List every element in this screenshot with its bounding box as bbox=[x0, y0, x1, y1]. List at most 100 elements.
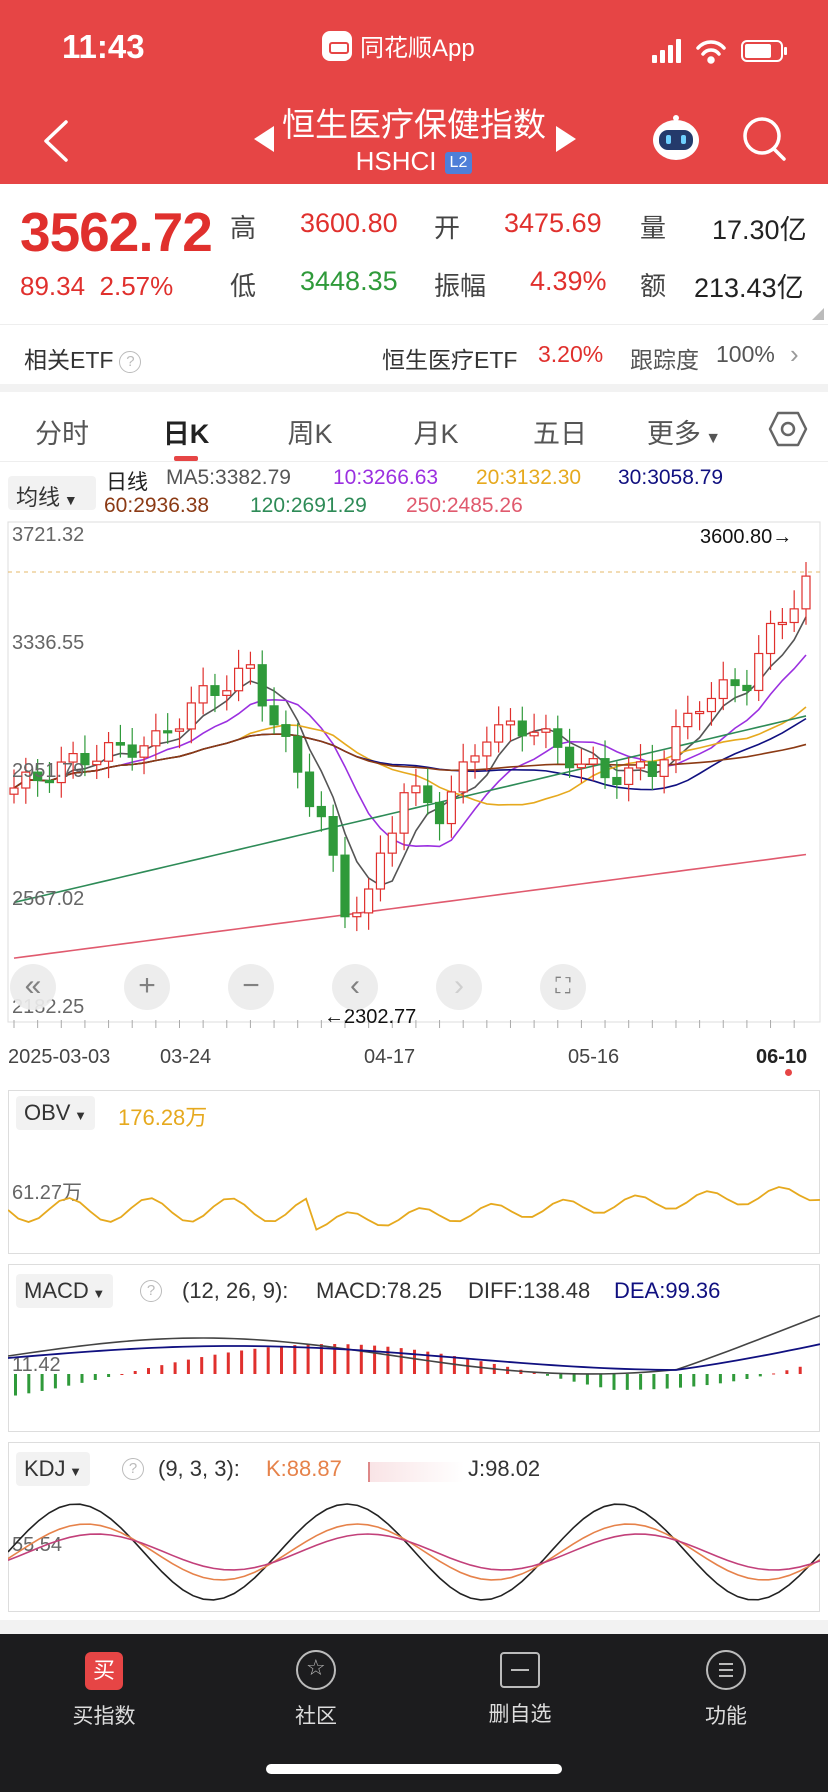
status-time: 11:43 bbox=[62, 28, 145, 65]
tab-more[interactable]: 更多 ▼ bbox=[634, 412, 734, 451]
moving-average-lines bbox=[13, 616, 807, 959]
settings-hexagon-icon[interactable] bbox=[768, 410, 808, 448]
candle-body bbox=[730, 679, 740, 687]
kdj-selector[interactable]: KDJ ▼ bbox=[16, 1452, 91, 1486]
related-etf-bar[interactable]: 相关ETF? 恒生医疗ETF 3.20% 跟踪度 100% › bbox=[0, 324, 828, 384]
kdj-svg bbox=[8, 1503, 820, 1601]
candle-body bbox=[576, 763, 587, 769]
tab-daily-k[interactable]: 日K bbox=[136, 412, 236, 451]
wifi-icon bbox=[696, 40, 726, 64]
chevron-right-icon[interactable]: › bbox=[790, 339, 799, 370]
candle-body bbox=[588, 758, 598, 765]
robot-assistant-icon[interactable] bbox=[650, 112, 702, 164]
community-icon: ☆ bbox=[296, 1650, 336, 1690]
macd-svg bbox=[8, 1314, 820, 1396]
fullscreen-button[interactable]: ⛶ bbox=[540, 964, 586, 1010]
help-icon[interactable]: ? bbox=[122, 1458, 144, 1480]
nav-community[interactable]: ☆ 社区 bbox=[256, 1644, 376, 1730]
amplitude-label: 振幅 bbox=[434, 271, 487, 301]
low-value: 3448.35 bbox=[300, 266, 398, 296]
signal-icon bbox=[652, 39, 681, 63]
help-icon[interactable]: ? bbox=[119, 350, 142, 373]
macd-bar bbox=[679, 1374, 682, 1388]
current-price: 3562.72 bbox=[20, 201, 213, 263]
pan-right-button[interactable]: › bbox=[436, 964, 482, 1010]
tab-weekly-k[interactable]: 周K bbox=[260, 412, 360, 451]
kline-svg[interactable] bbox=[0, 520, 828, 1080]
l2-badge: L2 bbox=[444, 152, 473, 175]
candle-body bbox=[92, 760, 102, 766]
rewind-button[interactable]: « bbox=[10, 964, 56, 1010]
ma30-value: 30:3058.79 bbox=[618, 466, 724, 489]
zoom-in-button[interactable]: + bbox=[124, 964, 170, 1010]
ma-selector[interactable]: 均线 ▼ bbox=[8, 476, 96, 510]
candle-body bbox=[446, 791, 456, 825]
search-icon[interactable] bbox=[740, 114, 790, 164]
quote-panel: 3562.72 89.34 2.57% 高 3600.80 低 3448.35 … bbox=[0, 184, 828, 324]
kdj-params: (9, 3, 3): bbox=[158, 1456, 240, 1481]
candle-body bbox=[553, 728, 563, 748]
kdj-k: K:88.87 bbox=[266, 1456, 342, 1481]
price-change-pct: 2.57% bbox=[99, 271, 174, 301]
amount-label: 额 bbox=[640, 271, 667, 301]
macd-bar bbox=[399, 1348, 403, 1374]
obv-selector[interactable]: OBV ▼ bbox=[16, 1096, 95, 1130]
caret-down-icon: ▼ bbox=[65, 1464, 83, 1479]
period-tabs: 分时 日K 周K 月K 五日 更多 ▼ bbox=[0, 392, 828, 462]
candle-body bbox=[340, 854, 350, 918]
candle-body bbox=[423, 785, 433, 804]
expand-corner-icon[interactable] bbox=[812, 308, 824, 320]
macd-bar bbox=[14, 1374, 17, 1396]
remove-watchlist-icon bbox=[500, 1652, 540, 1688]
nav-remove-watchlist-label: 删自选 bbox=[488, 1703, 552, 1726]
candle-body bbox=[564, 746, 575, 769]
volume-label: 量 bbox=[640, 213, 667, 243]
etf-track-value: 100% bbox=[716, 341, 775, 367]
help-icon[interactable]: ? bbox=[140, 1280, 162, 1302]
x-axis-label: 04-17 bbox=[364, 1046, 416, 1068]
app-root: 11:43 同花顺App 恒生医疗保健指数 HSHCI L2 3562.72 8… bbox=[0, 0, 828, 1792]
candle-body bbox=[269, 705, 279, 726]
status-app-indicator: 同花顺App bbox=[322, 28, 475, 63]
macd-bar bbox=[120, 1374, 124, 1375]
candle-body bbox=[470, 755, 480, 763]
zoom-out-button[interactable]: − bbox=[228, 964, 274, 1010]
pan-left-button[interactable]: ‹ bbox=[332, 964, 378, 1010]
macd-bar bbox=[705, 1374, 709, 1386]
candle-body bbox=[328, 816, 338, 856]
macd-selector[interactable]: MACD ▼ bbox=[16, 1274, 114, 1308]
x-axis-label: 2025-03-03 bbox=[8, 1046, 111, 1068]
candle-body bbox=[458, 761, 468, 793]
candle-body bbox=[706, 697, 717, 713]
macd-bar bbox=[665, 1374, 669, 1389]
candle-body bbox=[754, 652, 764, 692]
caret-down-icon: ▼ bbox=[700, 430, 722, 447]
candle-body bbox=[245, 664, 256, 669]
page-title: 恒生医疗保健指数 bbox=[282, 106, 546, 143]
obv-value: 176.28万 bbox=[118, 1105, 208, 1130]
tab-more-label: 更多 bbox=[646, 419, 701, 449]
tab-intraday[interactable]: 分时 bbox=[12, 412, 112, 451]
macd-params: (12, 26, 9): bbox=[182, 1278, 289, 1303]
ma20-value: 20:3132.30 bbox=[476, 466, 582, 489]
candle-body bbox=[671, 726, 681, 761]
macd-bar bbox=[692, 1374, 696, 1387]
macd-diff: DIFF:138.48 bbox=[468, 1278, 591, 1303]
candle-body bbox=[115, 742, 125, 746]
tab-five-day[interactable]: 五日 bbox=[510, 412, 610, 451]
candle-body bbox=[434, 801, 445, 825]
tab-monthly-k[interactable]: 月K bbox=[386, 412, 486, 451]
candle-body bbox=[9, 787, 19, 795]
candle-body bbox=[635, 761, 646, 769]
macd-dea: DEA:99.36 bbox=[614, 1278, 721, 1303]
nav-menu[interactable]: 功能 bbox=[666, 1644, 786, 1730]
nav-buy[interactable]: 买 买指数 bbox=[44, 1644, 164, 1730]
macd-bar bbox=[599, 1374, 603, 1388]
nav-remove-watchlist[interactable]: 删自选 bbox=[460, 1644, 580, 1728]
y-axis-label: 3721.32 bbox=[12, 524, 85, 546]
y-axis-label: 2951.79 bbox=[12, 760, 85, 782]
macd-bar bbox=[625, 1374, 629, 1390]
macd-value: MACD:78.25 bbox=[316, 1278, 442, 1303]
macd-bar bbox=[213, 1354, 217, 1374]
macd-bar bbox=[293, 1345, 297, 1374]
